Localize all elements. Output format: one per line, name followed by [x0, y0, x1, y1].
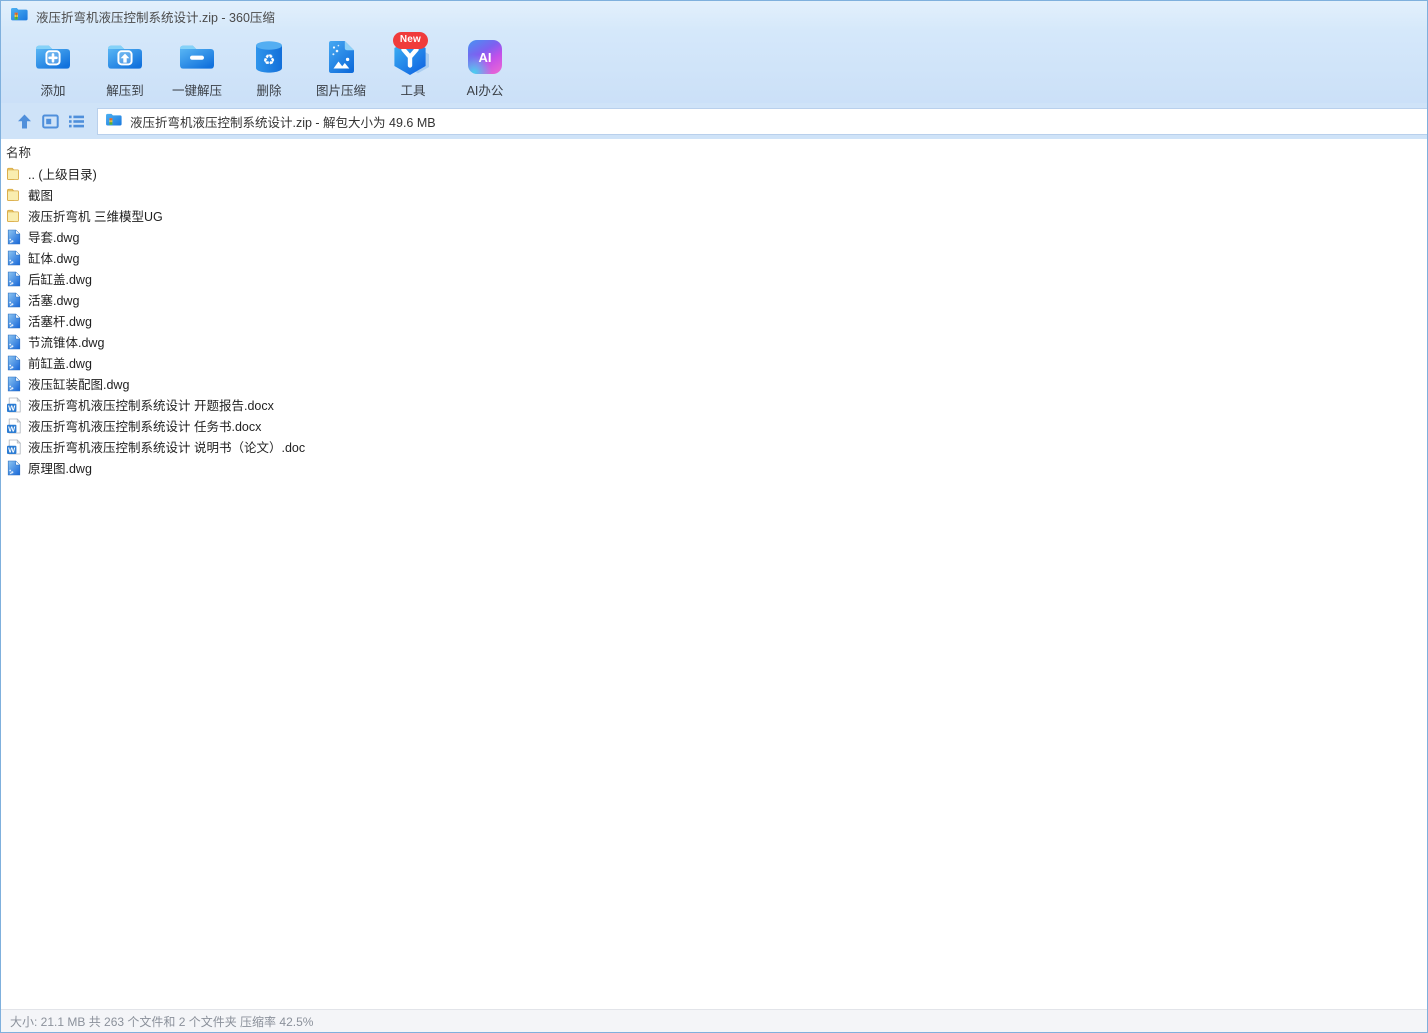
zip-archive-icon-small [105, 112, 123, 130]
zip-archive-icon [10, 6, 29, 27]
list-item[interactable]: 导套.dwg [1, 226, 1427, 247]
toolbar-button-label: 解压到 [106, 84, 144, 98]
list-item[interactable]: W 液压折弯机液压控制系统设计 任务书.docx [1, 415, 1427, 436]
toolbar-button-add[interactable]: 添加 [17, 37, 89, 101]
status-bar: 大小: 21.1 MB 共 263 个文件和 2 个文件夹 压缩率 42.5% [1, 1009, 1427, 1032]
file-name: 导套.dwg [28, 231, 80, 245]
file-name: 缸体.dwg [28, 252, 80, 266]
image-compress-icon [326, 37, 357, 77]
delete-trash-icon: ♻ [254, 37, 284, 77]
dwg-file-icon [6, 291, 22, 308]
extract-to-icon [105, 37, 145, 77]
dwg-file-icon [6, 270, 22, 287]
word-file-icon: W [6, 417, 22, 434]
list-item[interactable]: .. (上级目录) [1, 163, 1427, 184]
list-item[interactable]: 截图 [1, 184, 1427, 205]
list-item[interactable]: 原理图.dwg [1, 457, 1427, 478]
list-item[interactable]: 缸体.dwg [1, 247, 1427, 268]
file-name: 液压折弯机 三维模型UG [28, 210, 163, 224]
ai-office-icon: AI [468, 37, 502, 77]
toolbar-button-label: 添加 [40, 84, 66, 98]
file-name: 活塞.dwg [28, 294, 80, 308]
file-name: 液压折弯机液压控制系统设计 说明书（论文）.doc [28, 441, 306, 455]
toolbar: 添加 解压到 一键解压 ♻ 删除 图片压缩 New 工具 AI AI办公 [1, 31, 1427, 103]
file-name: .. (上级目录) [28, 168, 97, 182]
dwg-file-icon [6, 312, 22, 329]
column-header-name[interactable]: 名称 [1, 139, 1427, 163]
toolbar-button-tools[interactable]: New 工具 [377, 32, 449, 101]
file-list-area: 名称 .. (上级目录) 截图 液压折弯机 三维模型UG 导套.dwg 缸体.d… [1, 139, 1427, 1009]
file-name: 液压折弯机液压控制系统设计 任务书.docx [28, 420, 262, 434]
address-bar[interactable]: 液压折弯机液压控制系统设计.zip - 解包大小为 49.6 MB [97, 107, 1427, 135]
list-item[interactable]: 液压缸装配图.dwg [1, 373, 1427, 394]
view-mode-button[interactable] [37, 108, 63, 134]
dwg-file-icon [6, 375, 22, 392]
list-item[interactable]: 节流锥体.dwg [1, 331, 1427, 352]
toolbar-button-label: 工具 [400, 84, 426, 98]
list-item[interactable]: 活塞.dwg [1, 289, 1427, 310]
toolbar-button-label: AI办公 [466, 84, 504, 98]
toolbar-button-ai-office[interactable]: AI AI办公 [449, 37, 521, 101]
svg-text:W: W [8, 445, 16, 454]
list-item[interactable]: 活塞杆.dwg [1, 310, 1427, 331]
dwg-file-icon [6, 459, 22, 476]
svg-text:♻: ♻ [263, 51, 276, 67]
dwg-file-icon [6, 249, 22, 266]
list-item[interactable]: 前缸盖.dwg [1, 352, 1427, 373]
folder-icon [6, 187, 22, 203]
toolbar-button-label: 图片压缩 [315, 84, 366, 98]
svg-text:W: W [8, 403, 16, 412]
toolbar-button-image-compress[interactable]: 图片压缩 [305, 37, 377, 101]
file-list: .. (上级目录) 截图 液压折弯机 三维模型UG 导套.dwg 缸体.dwg … [1, 163, 1427, 478]
file-name: 节流锥体.dwg [28, 336, 105, 350]
file-name: 后缸盖.dwg [28, 273, 92, 287]
ai-icon-text: AI [478, 49, 492, 65]
list-item[interactable]: 液压折弯机 三维模型UG [1, 205, 1427, 226]
new-badge: New [392, 32, 428, 49]
toolbar-button-label: 一键解压 [171, 84, 222, 98]
column-header-label: 名称 [6, 145, 32, 160]
file-name: 前缸盖.dwg [28, 357, 92, 371]
one-click-extract-icon [177, 37, 217, 77]
word-file-icon: W [6, 438, 22, 455]
status-text: 大小: 21.1 MB 共 263 个文件和 2 个文件夹 压缩率 42.5% [10, 1014, 314, 1029]
list-item[interactable]: W 液压折弯机液压控制系统设计 开题报告.docx [1, 394, 1427, 415]
navigation-bar: 液压折弯机液压控制系统设计.zip - 解包大小为 49.6 MB [1, 103, 1427, 139]
file-name: 截图 [28, 189, 54, 203]
app-window: 液压折弯机液压控制系统设计.zip - 360压缩 添加 解压到 一键解压 ♻ … [0, 0, 1428, 1033]
list-view-button[interactable] [63, 108, 89, 134]
dwg-file-icon [6, 354, 22, 371]
address-path-text: 液压折弯机液压控制系统设计.zip - 解包大小为 49.6 MB [130, 115, 436, 130]
add-folder-icon [33, 37, 73, 77]
folder-icon [6, 208, 22, 224]
toolbar-button-label: 删除 [256, 84, 282, 98]
list-item[interactable]: W 液压折弯机液压控制系统设计 说明书（论文）.doc [1, 436, 1427, 457]
svg-text:W: W [8, 424, 16, 433]
up-directory-button[interactable] [11, 108, 37, 134]
toolbar-button-delete[interactable]: ♻ 删除 [233, 37, 305, 101]
toolbar-button-one-click-extract[interactable]: 一键解压 [161, 37, 233, 101]
file-name: 液压缸装配图.dwg [28, 378, 130, 392]
dwg-file-icon [6, 228, 22, 245]
window-title: 液压折弯机液压控制系统设计.zip - 360压缩 [36, 10, 275, 25]
tools-hexagon-icon: New [392, 32, 434, 77]
file-name: 原理图.dwg [28, 462, 92, 476]
list-item[interactable]: 后缸盖.dwg [1, 268, 1427, 289]
word-file-icon: W [6, 396, 22, 413]
file-name: 活塞杆.dwg [28, 315, 92, 329]
folder-icon [6, 166, 22, 182]
title-bar: 液压折弯机液压控制系统设计.zip - 360压缩 [1, 1, 1427, 31]
file-name: 液压折弯机液压控制系统设计 开题报告.docx [28, 399, 274, 413]
dwg-file-icon [6, 333, 22, 350]
toolbar-button-extract-to[interactable]: 解压到 [89, 37, 161, 101]
